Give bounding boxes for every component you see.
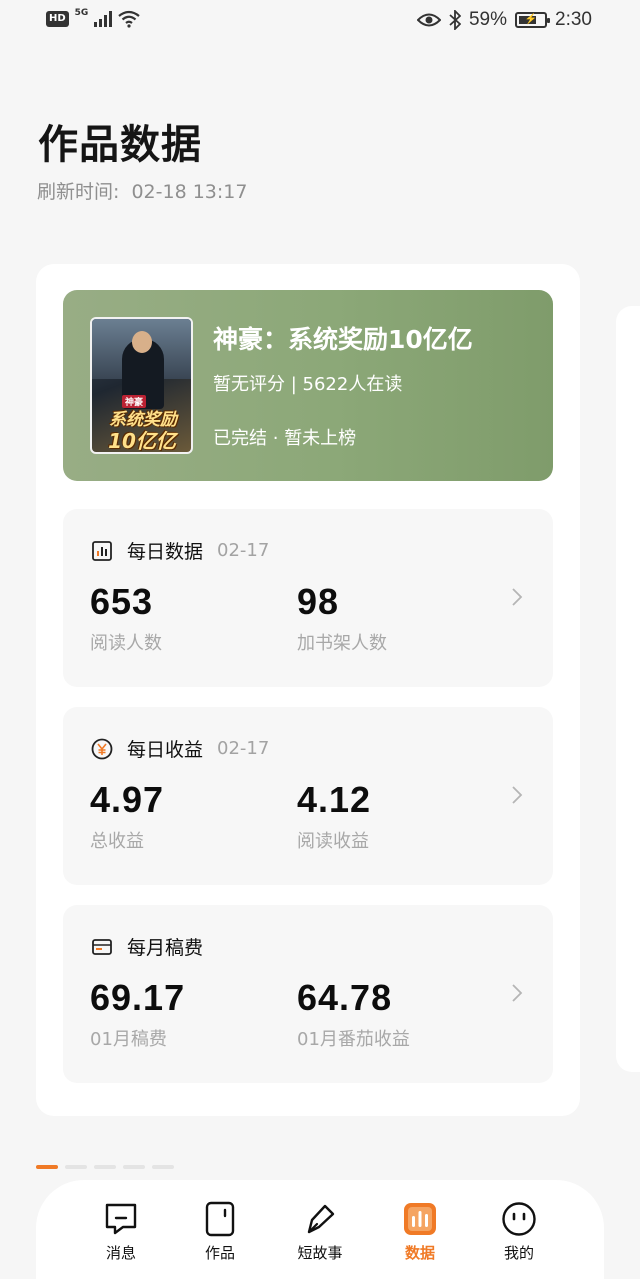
metric-label: 阅读人数 — [90, 633, 162, 654]
book-title: 神豪：系统奖励10亿亿 — [213, 325, 473, 354]
status-right: 59% ⚡ 2:30 — [416, 9, 592, 31]
tab-label: 我的 — [503, 1244, 534, 1262]
section-title: 每日收益 — [127, 739, 204, 761]
fanqie-income-metric: 64.78 01月番茄收益 — [297, 977, 410, 1051]
monthly-fee-metric: 69.17 01月稿费 — [90, 977, 185, 1051]
metric-value: 98 — [297, 581, 340, 622]
bar-chart-icon — [92, 540, 112, 561]
signal-icon — [94, 11, 113, 27]
metric-value: 653 — [90, 581, 154, 622]
metric-value: 64.78 — [297, 977, 393, 1018]
wifi-icon — [118, 10, 141, 28]
reader-count-metric: 653 阅读人数 — [90, 581, 162, 655]
hd-badge: HD — [46, 11, 69, 27]
book-complete-status: 已完结 — [213, 428, 267, 449]
book-meta: 暂无评分 | 5622人在读 — [213, 374, 403, 395]
data-card: 神豪 系统奖励 10亿亿 神豪：系统奖励10亿亿 暂无评分 | 5622人在读 … — [36, 264, 580, 1116]
metric-value: 4.97 — [90, 779, 165, 820]
metric-label: 01月番茄收益 — [297, 1029, 410, 1050]
metric-value: 69.17 — [90, 977, 186, 1018]
book-icon — [205, 1201, 235, 1237]
page-dot[interactable] — [94, 1165, 116, 1169]
clock: 2:30 — [555, 9, 592, 30]
section-title: 每月稿费 — [127, 937, 204, 959]
bookshelf-count-metric: 98 加书架人数 — [297, 581, 387, 655]
bottom-tab-bar: 消息 作品 短故事 数据 我的 — [36, 1180, 604, 1279]
page-dot[interactable] — [123, 1165, 145, 1169]
page-dot-active[interactable] — [36, 1165, 58, 1169]
tab-data[interactable]: 数据 — [380, 1200, 460, 1263]
cover-title-line2: 10亿亿 — [108, 429, 176, 453]
profile-icon — [502, 1202, 536, 1236]
wallet-icon — [92, 938, 112, 955]
reading-income-metric: 4.12 阅读收益 — [297, 779, 371, 853]
battery-icon: ⚡ — [515, 12, 551, 28]
book-cover[interactable]: 神豪 系统奖励 10亿亿 — [90, 317, 193, 454]
metric-label: 加书架人数 — [297, 633, 387, 654]
chevron-right-icon[interactable] — [511, 785, 523, 805]
metric-value: 4.12 — [297, 779, 372, 820]
status-bar: HD 5G 59% ⚡ 2:30 — [0, 0, 640, 44]
daily-income-section[interactable]: 每日收益 02-17 4.97 总收益 4.12 阅读收益 — [63, 707, 553, 885]
message-icon — [105, 1203, 137, 1235]
total-income-metric: 4.97 总收益 — [90, 779, 164, 853]
tab-label: 短故事 — [297, 1244, 343, 1262]
page-dot[interactable] — [65, 1165, 87, 1169]
chevron-right-icon[interactable] — [511, 983, 523, 1003]
tab-short-stories[interactable]: 短故事 — [280, 1200, 360, 1263]
metric-label: 01月稿费 — [90, 1029, 167, 1050]
tab-messages[interactable]: 消息 — [81, 1200, 161, 1263]
tab-label: 数据 — [404, 1244, 435, 1262]
page-dot[interactable] — [152, 1165, 174, 1169]
battery-percent: 59% — [468, 9, 508, 30]
refresh-label: 刷新时间: — [37, 181, 120, 203]
metric-label: 总收益 — [90, 831, 144, 852]
refresh-time: 刷新时间: 02-18 13:17 — [37, 177, 247, 204]
book-status: 已完结 · 暂未上榜 — [213, 428, 357, 449]
yen-icon — [91, 738, 113, 759]
tab-label: 消息 — [105, 1244, 136, 1262]
tab-label: 作品 — [204, 1244, 235, 1262]
network-type: 5G — [74, 8, 89, 18]
page-title: 作品数据 — [38, 121, 202, 168]
section-date: 02-17 — [217, 540, 270, 561]
daily-data-section[interactable]: 每日数据 02-17 653 阅读人数 98 加书架人数 — [63, 509, 553, 687]
monthly-fee-section[interactable]: 每月稿费 69.17 01月稿费 64.78 01月番茄收益 — [63, 905, 553, 1083]
next-card-peek[interactable] — [616, 306, 640, 1072]
book-readers: 5622人在读 — [302, 374, 403, 395]
book-rating: 暂无评分 — [213, 374, 285, 395]
pen-icon — [307, 1204, 335, 1234]
chart-icon — [404, 1203, 436, 1235]
refresh-value: 02-18 13:17 — [131, 181, 248, 203]
eye-icon — [416, 13, 441, 27]
bluetooth-icon — [449, 10, 461, 30]
tab-profile[interactable]: 我的 — [479, 1200, 559, 1263]
section-date: 02-17 — [217, 738, 270, 759]
page-indicator — [36, 1165, 174, 1169]
tab-works[interactable]: 作品 — [180, 1200, 260, 1263]
book-banner[interactable]: 神豪 系统奖励 10亿亿 神豪：系统奖励10亿亿 暂无评分 | 5622人在读 … — [63, 290, 553, 481]
chevron-right-icon[interactable] — [511, 587, 523, 607]
status-left: HD 5G — [46, 8, 141, 28]
book-rank-status: 暂未上榜 — [284, 428, 357, 449]
metric-label: 阅读收益 — [297, 831, 369, 852]
section-title: 每日数据 — [127, 541, 204, 563]
